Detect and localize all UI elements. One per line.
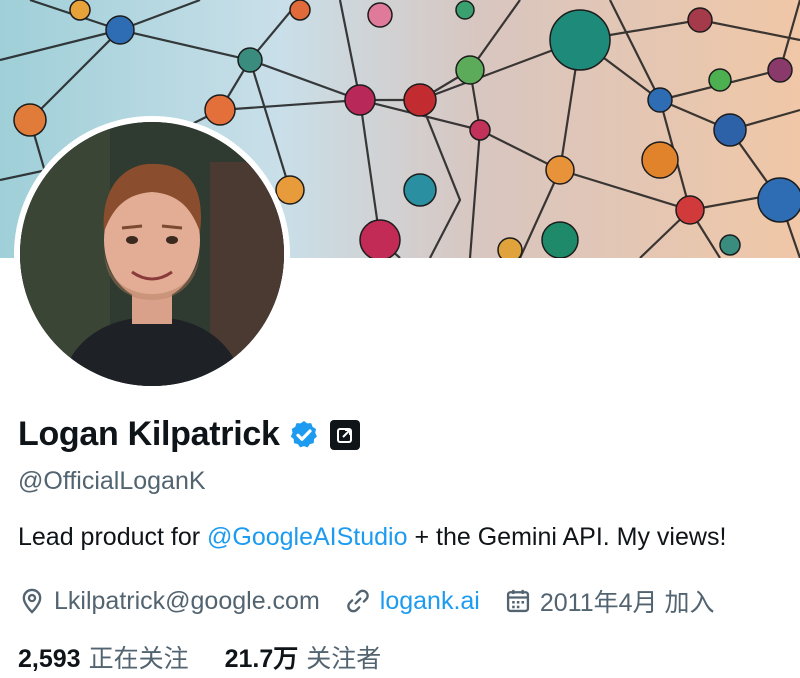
- link-icon: [347, 589, 369, 613]
- website-item[interactable]: logank.ai: [344, 587, 480, 616]
- location-text: Lkilpatrick@google.com: [54, 586, 320, 615]
- joined-text: 2011年4月 加入: [539, 589, 715, 617]
- website-link[interactable]: logank.ai: [380, 587, 480, 616]
- avatar-photo: [20, 122, 284, 386]
- user-handle: @OfficialLoganK: [18, 467, 206, 495]
- following-stat[interactable]: 2,593 正在关注: [18, 639, 189, 675]
- bio-text-suffix: + the Gemini API. My views!: [407, 523, 727, 551]
- calendar-icon: [506, 589, 529, 613]
- following-count: 2,593: [18, 645, 81, 673]
- followers-count: 21.7万: [224, 645, 299, 673]
- display-name: Logan Kilpatrick: [18, 415, 280, 453]
- following-label: 正在关注: [88, 645, 189, 673]
- bio-mention-link[interactable]: @GoogleAIStudio: [207, 523, 408, 551]
- verified-badge-icon[interactable]: [288, 419, 320, 451]
- bio-text-prefix: Lead product for: [18, 523, 208, 551]
- location-pin-icon: [22, 588, 42, 614]
- location-item: Lkilpatrick@google.com: [18, 587, 320, 616]
- joined-item: 2011年4月 加入: [504, 583, 715, 619]
- affiliate-badge-icon[interactable]: [329, 419, 360, 450]
- followers-stat[interactable]: 21.7万 关注者: [225, 639, 382, 675]
- bio: Lead product for @GoogleAIStudio + the G…: [18, 523, 726, 552]
- name-row: Logan Kilpatrick: [18, 415, 360, 454]
- follow-stats: 2,593 正在关注 21.7万 关注者: [18, 639, 417, 675]
- avatar[interactable]: [20, 122, 284, 386]
- followers-label: 关注者: [306, 645, 382, 673]
- profile-meta: Lkilpatrick@google.com logank.ai 2011年4月…: [18, 583, 714, 619]
